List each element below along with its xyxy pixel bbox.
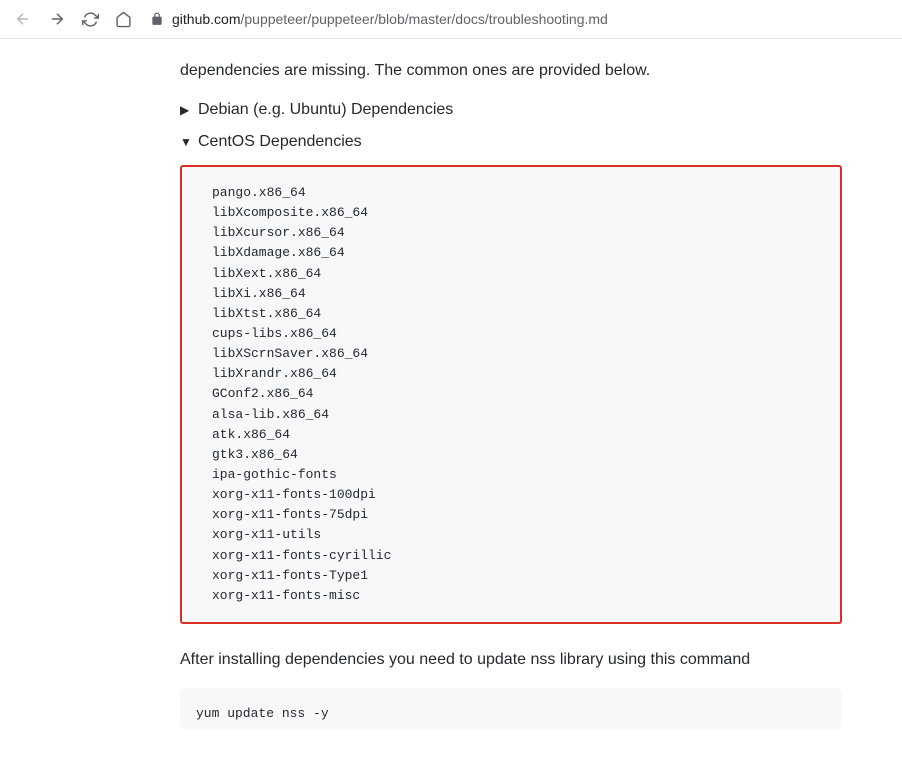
back-button[interactable]: [10, 6, 36, 32]
url-text: github.com/puppeteer/puppeteer/blob/mast…: [172, 11, 608, 27]
forward-button[interactable]: [44, 6, 70, 32]
browser-toolbar: github.com/puppeteer/puppeteer/blob/mast…: [0, 0, 902, 39]
page-content: dependencies are missing. The common one…: [0, 39, 902, 757]
triangle-right-icon: ▶: [180, 103, 192, 117]
reload-button[interactable]: [78, 7, 103, 32]
update-command-codeblock[interactable]: yum update nss -y: [180, 688, 842, 730]
details-debian[interactable]: ▶ Debian (e.g. Ubuntu) Dependencies: [180, 101, 842, 119]
centos-packages-codeblock[interactable]: pango.x86_64 libXcomposite.x86_64 libXcu…: [180, 165, 842, 624]
home-button[interactable]: [111, 7, 136, 32]
details-centos[interactable]: ▼ CentOS Dependencies: [180, 133, 842, 151]
lock-icon: [150, 12, 164, 26]
triangle-down-icon: ▼: [180, 135, 192, 149]
after-install-text: After installing dependencies you need t…: [180, 648, 842, 672]
details-centos-label: CentOS Dependencies: [198, 133, 362, 151]
intro-paragraph: dependencies are missing. The common one…: [180, 59, 842, 83]
details-debian-label: Debian (e.g. Ubuntu) Dependencies: [198, 101, 453, 119]
address-bar[interactable]: github.com/puppeteer/puppeteer/blob/mast…: [144, 7, 892, 31]
